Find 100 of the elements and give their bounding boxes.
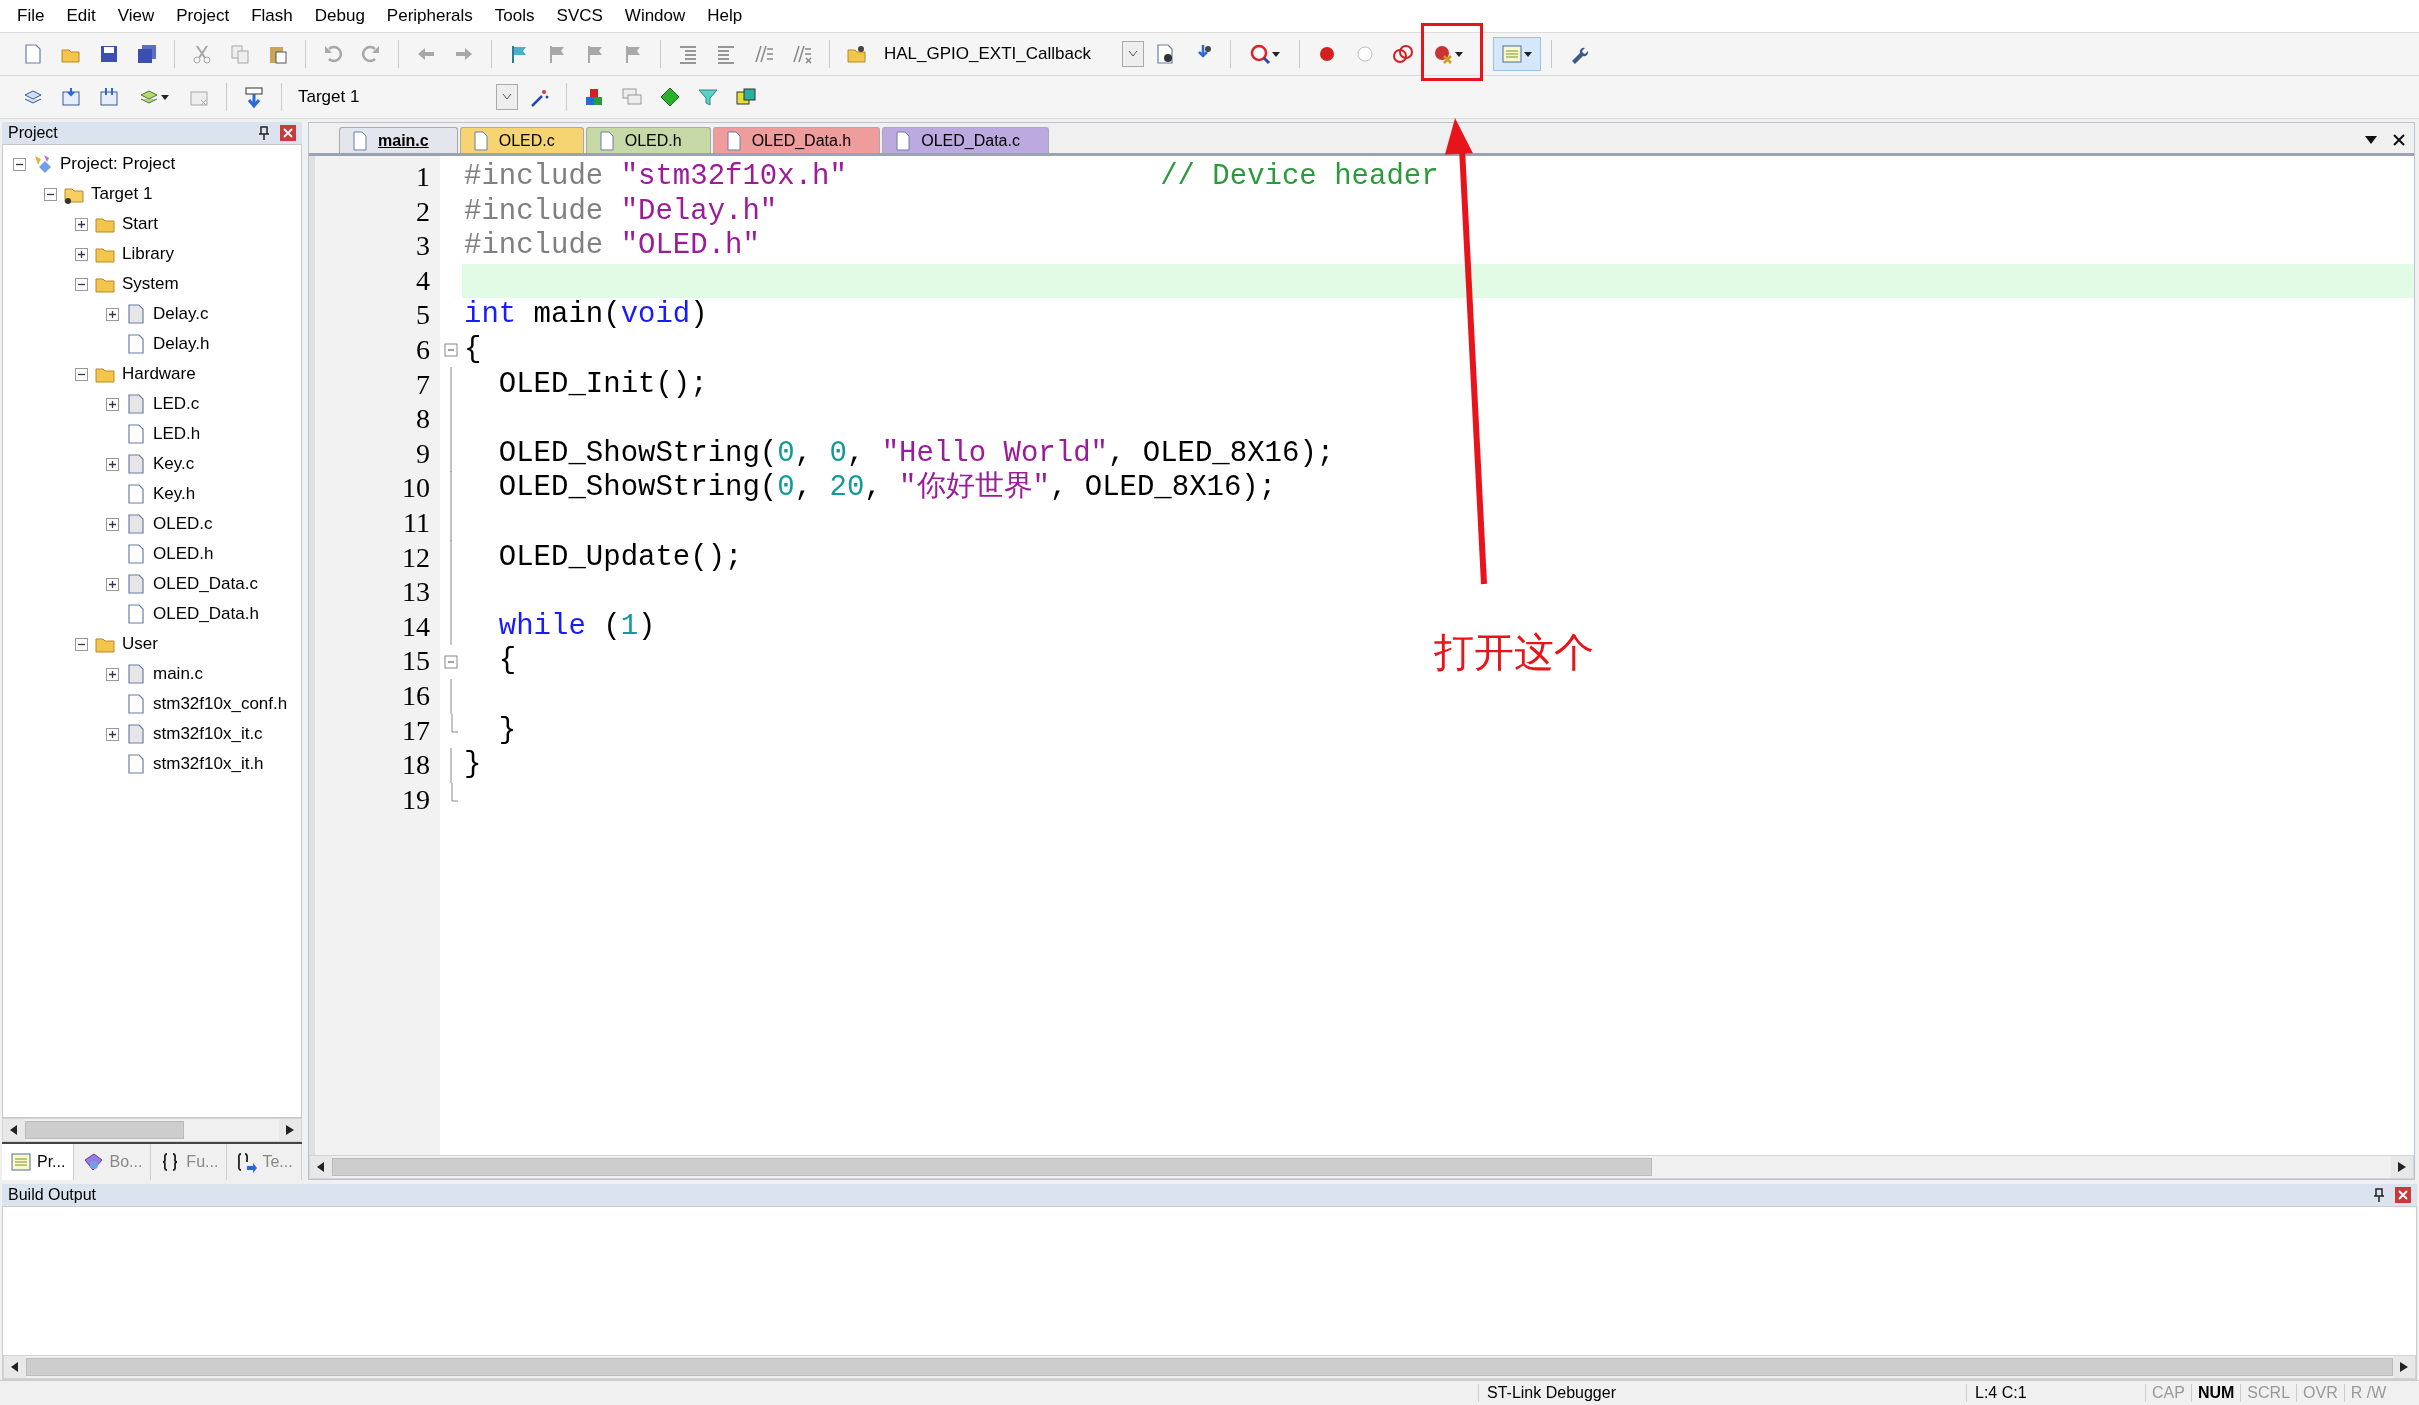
target-combo[interactable]: Target 1 [292, 82, 518, 112]
function-combo[interactable]: HAL_GPIO_EXTI_Callback [878, 39, 1144, 69]
horizontal-scrollbar[interactable] [3, 1355, 2416, 1379]
pin-icon [258, 126, 270, 140]
menu-item[interactable]: Edit [55, 6, 107, 26]
book-icon [82, 1151, 105, 1173]
tree-item[interactable]: User [122, 634, 158, 654]
expand-toggle[interactable] [75, 217, 88, 231]
build-icon [60, 86, 82, 108]
expand-toggle[interactable] [106, 727, 119, 741]
scroll-left-button[interactable] [310, 1156, 332, 1178]
tree-item[interactable]: LED.h [153, 424, 201, 444]
tree-item[interactable]: Key.c [153, 454, 195, 474]
menu-item[interactable]: View [106, 6, 166, 26]
plus-icon [77, 249, 86, 259]
file-tab[interactable]: OLED_Data.h [712, 127, 881, 153]
annotation-text: 打开这个 [1434, 629, 1594, 676]
menu-item[interactable]: SVCS [545, 6, 614, 26]
expand-toggle[interactable] [106, 307, 119, 321]
file-tab[interactable]: main.c [339, 127, 458, 153]
highlight-frame [1421, 23, 1483, 81]
expand-toggle[interactable] [106, 457, 119, 471]
tree-item[interactable]: Target 1 [91, 184, 153, 204]
code-line: #include "Delay.h" [463, 194, 778, 230]
tree-item[interactable]: Key.h [153, 484, 196, 504]
collapse-toggle[interactable] [13, 157, 26, 171]
tree-item[interactable]: Library [122, 244, 174, 264]
tree-item[interactable]: main.c [153, 664, 204, 684]
key-indicator: OVR [2296, 1384, 2344, 1402]
scroll-left-button[interactable] [3, 1119, 25, 1141]
redo-icon [360, 43, 382, 65]
file-icon [125, 693, 147, 715]
tree-item[interactable]: stm32f10x_conf.h [153, 694, 288, 714]
menu-item[interactable]: Help [696, 6, 754, 26]
scroll-left-button[interactable] [4, 1356, 26, 1378]
scroll-right-button[interactable] [2393, 1356, 2415, 1378]
file-tab[interactable]: OLED_Data.c [882, 127, 1049, 153]
file-icon [125, 723, 147, 745]
menu-item[interactable]: Window [613, 6, 697, 26]
expand-toggle[interactable] [106, 667, 119, 681]
panel-tab[interactable]: Pr... [2, 1144, 75, 1180]
horizontal-scrollbar[interactable] [309, 1155, 2414, 1179]
tree-item[interactable]: System [122, 274, 179, 294]
pin-icon [2373, 1188, 2385, 1202]
menu-item[interactable]: Debug [303, 6, 376, 26]
tree-item[interactable]: LED.c [153, 394, 200, 414]
tree-item[interactable]: OLED_Data.h [153, 604, 259, 624]
code-line: { [463, 332, 482, 368]
tree-item[interactable]: stm32f10x_it.h [153, 754, 264, 774]
file-icon [125, 453, 147, 475]
collapse-toggle[interactable] [44, 187, 57, 201]
collapse-toggle[interactable] [75, 277, 88, 291]
new-file-icon [22, 43, 44, 65]
scrollbar-thumb[interactable] [332, 1158, 1652, 1176]
tree-item[interactable]: Project: Project [60, 154, 176, 174]
fold-end-icon [450, 713, 458, 733]
find-folder-icon [846, 43, 868, 65]
file-icon [352, 130, 368, 151]
tree-item[interactable]: OLED.c [153, 514, 213, 534]
scrollbar-thumb[interactable] [26, 1358, 2393, 1376]
code-line: while (1) [497, 609, 656, 645]
expand-toggle[interactable] [106, 397, 119, 411]
tree-item[interactable]: OLED.h [153, 544, 214, 564]
collapse-toggle[interactable] [75, 637, 88, 651]
collapse-toggle[interactable] [75, 367, 88, 381]
menu-item[interactable]: Tools [483, 6, 546, 26]
code-line: OLED_ShowString(0, 20, "你好世界", OLED_8X16); [497, 471, 1277, 506]
menu-item[interactable]: Project [165, 6, 241, 26]
file-tab[interactable]: OLED.c [459, 127, 584, 153]
tree-item[interactable]: OLED_Data.c [153, 574, 258, 594]
right-arrow-icon [2400, 1362, 2408, 1372]
menu-item[interactable]: Peripherals [375, 6, 484, 26]
scrollbar-thumb[interactable] [25, 1121, 185, 1139]
tree-item[interactable]: Delay.c [153, 304, 209, 324]
right-arrow-icon [2398, 1162, 2406, 1172]
horizontal-scrollbar[interactable] [2, 1118, 302, 1142]
key-indicator: NUM [2190, 1384, 2241, 1402]
plus-icon [77, 219, 86, 229]
tree-item[interactable]: Hardware [122, 364, 196, 384]
copy-icon [229, 43, 251, 65]
magnifier-icon [1249, 43, 1271, 65]
line-number: 8 [415, 402, 431, 437]
menu-item[interactable]: Flash [240, 6, 304, 26]
code-line: } [497, 713, 517, 749]
scroll-right-button[interactable] [279, 1119, 301, 1141]
tree-item[interactable]: Delay.h [153, 334, 210, 354]
tree-item[interactable]: stm32f10x_it.c [153, 724, 263, 744]
window-icon [10, 1151, 32, 1173]
code-line: #include "stm32f10x.h" // Device header [463, 160, 1439, 195]
expand-toggle[interactable] [75, 247, 88, 261]
window-icon [1501, 43, 1523, 65]
tree-item[interactable]: Start [122, 214, 158, 234]
expand-toggle[interactable] [106, 577, 119, 591]
key-indicator: R /W [2343, 1384, 2393, 1402]
expand-toggle[interactable] [106, 517, 119, 531]
rebuild-icon [98, 86, 120, 108]
file-tab[interactable]: OLED.h [585, 127, 711, 153]
scroll-right-button[interactable] [2391, 1156, 2413, 1178]
plus-icon [108, 579, 117, 589]
menu-item[interactable]: File [6, 6, 56, 26]
